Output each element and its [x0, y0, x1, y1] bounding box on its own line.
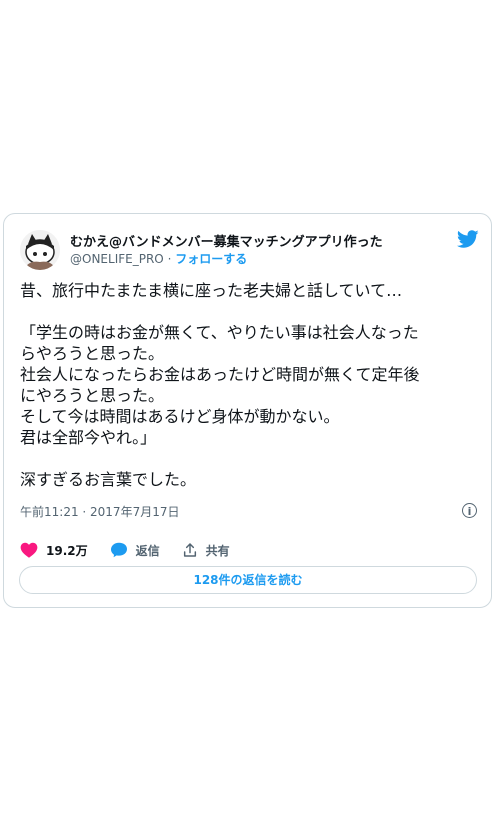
reply-label: 返信 — [135, 543, 160, 558]
separator: · — [167, 252, 172, 266]
like-button[interactable]: 19.2万 — [20, 542, 88, 559]
tweet-line: 君は全部今やれ。」 — [20, 428, 157, 447]
tweet-line: らやろうと思った。 — [20, 344, 165, 363]
author-name[interactable]: むかえ@バンドメンバー募集マッチングアプリ作った — [70, 231, 383, 250]
tweet-line: 「学生の時はお金が無くて、やりたい事は社会人なった — [20, 323, 419, 342]
tweet-line: 社会人になったらお金はあったけど時間が無くて定年後 — [20, 365, 420, 384]
share-icon — [183, 543, 196, 557]
speech-bubble-icon — [110, 542, 127, 558]
action-bar: 19.2万 返信 共有 — [20, 540, 252, 560]
tweet-card: むかえ@バンドメンバー募集マッチングアプリ作った @ONELIFE_PRO · … — [3, 213, 492, 608]
avatar-image — [20, 230, 60, 270]
like-count: 19.2万 — [46, 543, 88, 558]
author-handle-row: @ONELIFE_PRO · フォローする — [70, 250, 247, 267]
read-replies-button[interactable]: 128件の返信を読む — [19, 566, 477, 594]
reply-button[interactable]: 返信 — [110, 542, 160, 559]
avatar[interactable] — [20, 230, 60, 270]
tweet-line: そして今は時間はあるけど身体が動かない。 — [20, 407, 340, 426]
info-icon[interactable]: i — [462, 503, 477, 518]
author-handle[interactable]: @ONELIFE_PRO — [70, 252, 164, 266]
tweet-line: にやろうと思った。 — [20, 386, 165, 405]
heart-icon — [20, 542, 38, 558]
tweet-line: 昔、旅行中たまたま横に座った老夫婦と話していて… — [20, 281, 403, 300]
follow-button[interactable]: フォローする — [175, 252, 247, 266]
share-label: 共有 — [205, 543, 230, 558]
twitter-bird-icon[interactable] — [457, 228, 479, 250]
timestamp[interactable]: 午前11:21 · 2017年7月17日 — [20, 503, 179, 520]
tweet-body: 昔、旅行中たまたま横に座った老夫婦と話していて… 「学生の時はお金が無くて、やり… — [20, 280, 480, 490]
tweet-line: 深すぎるお言葉でした。 — [20, 470, 197, 489]
share-button[interactable]: 共有 — [182, 542, 230, 559]
